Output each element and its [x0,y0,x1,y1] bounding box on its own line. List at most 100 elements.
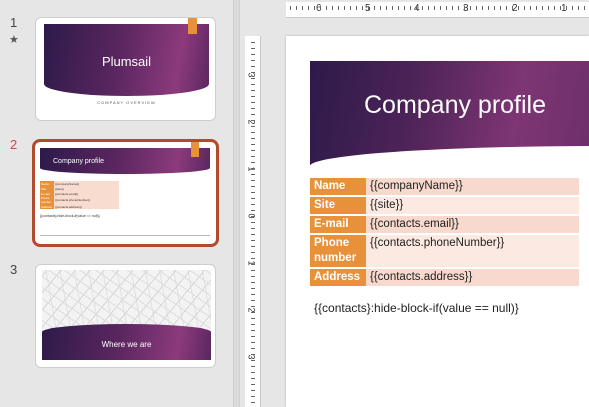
orange-tab-decoration [191,142,199,157]
ruler-tick [251,384,255,385]
ruler-tick [251,246,255,247]
horizontal-ruler[interactable]: 654321 [286,2,589,18]
ruler-tick [440,6,441,10]
ruler-tick [434,6,435,10]
ruler-tick [482,6,483,10]
ruler-tick [251,60,255,61]
ruler-number: 3 [246,354,257,360]
ruler-tick [251,180,255,181]
ruler-tick [296,6,297,10]
row-value[interactable]: {{site}} [366,197,579,214]
ruler-tick [350,6,351,10]
row-key: Site [310,197,366,214]
ruler-tick [251,90,255,91]
ruler-tick [536,6,537,10]
ruler-tick [554,6,555,10]
row-value[interactable]: {{companyName}} [366,178,579,195]
ruler-tick [251,264,255,265]
ruler-tick [380,6,381,10]
row-value[interactable]: {{contacts.phoneNumber}} [366,235,579,267]
table-row: Name {{companyName}} [310,178,579,195]
ruler-tick [251,174,255,175]
ruler-tick [251,276,255,277]
ruler-tick [251,330,255,331]
ruler-tick [320,6,321,10]
ruler-tick [584,6,585,10]
ruler-tick [251,252,255,253]
ruler-tick [251,396,255,397]
ruler-tick [251,288,255,289]
ruler-tick [251,342,255,343]
ruler-tick [251,120,255,121]
star-icon: ★ [9,34,19,46]
slide-thumbnail-3[interactable]: Where we are [35,264,216,368]
ruler-tick [368,6,369,10]
ruler-tick [344,6,345,10]
ruler-tick [251,48,255,49]
ruler-tick [251,294,255,295]
slide-thumbnail-2[interactable]: Company profile Name {{companyName}} Site… [32,139,219,247]
ruler-tick [572,6,573,10]
ruler-tick [362,6,363,10]
ruler-tick [470,6,471,10]
row-key: Name [310,178,366,195]
ruler-tick [506,6,507,10]
ruler-tick [251,156,255,157]
mini-value: {{contacts.phoneNumber}} [54,196,119,204]
ruler-tick [251,210,255,211]
slide-number-2: 2 [10,137,18,152]
ruler-tick [356,6,357,10]
ruler-tick [251,318,255,319]
ruler-tick [251,42,255,43]
ruler-tick [494,6,495,10]
thumbnail-title: Company profile [53,158,104,165]
slide-canvas[interactable]: Company profile Name {{companyName}} Sit… [286,36,589,407]
thumbnail-condition-text: {{contacts}:hide-block-if(value == null)… [40,214,100,218]
ruler-tick [251,402,255,403]
slide-number-1: 1 [10,15,18,30]
ruler-tick [251,390,255,391]
ruler-tick [476,6,477,10]
ruler-tick [404,6,405,10]
ruler-tick [251,222,255,223]
ruler-tick [251,312,255,313]
ruler-tick [530,6,531,10]
slide-thumbnail-1[interactable]: Plumsail COMPANY OVERVIEW [35,17,216,121]
mini-value: {{contacts.address}} [54,204,119,209]
ruler-tick [251,216,255,217]
company-profile-table[interactable]: Name {{companyName}} Site {{site}} E-mai… [310,176,579,288]
row-value[interactable]: {{contacts.address}} [366,269,579,286]
row-key: Phone number [310,235,366,267]
ruler-tick [548,6,549,10]
ruler-tick [446,6,447,10]
ruler-tick [251,324,255,325]
ruler-tick [251,102,255,103]
ruler-tick [251,372,255,373]
vertical-ruler[interactable]: 3210123 [245,36,261,407]
row-key: E-mail [310,216,366,233]
ruler-tick [308,6,309,10]
ruler-tick [488,6,489,10]
ruler-tick [251,150,255,151]
ruler-tick [428,6,429,10]
ruler-tick [542,6,543,10]
ruler-tick [500,6,501,10]
ruler-tick [251,132,255,133]
ruler-tick [464,6,465,10]
ruler-tick [251,354,255,355]
hide-block-condition-text[interactable]: {{contacts}:hide-block-if(value == null)… [314,301,519,315]
ruler-tick [251,96,255,97]
ruler-tick [332,6,333,10]
pane-splitter[interactable] [233,0,240,407]
ruler-tick [314,6,315,10]
ruler-tick [416,6,417,10]
table-row: Address {{contacts.address}} [310,269,579,286]
map-background-image [42,270,211,332]
ruler-tick [251,108,255,109]
row-value[interactable]: {{contacts.email}} [366,216,579,233]
ruler-tick [251,168,255,169]
ruler-tick [374,6,375,10]
ruler-tick [524,6,525,10]
slide-title[interactable]: Company profile [310,91,589,120]
ruler-tick [326,6,327,10]
